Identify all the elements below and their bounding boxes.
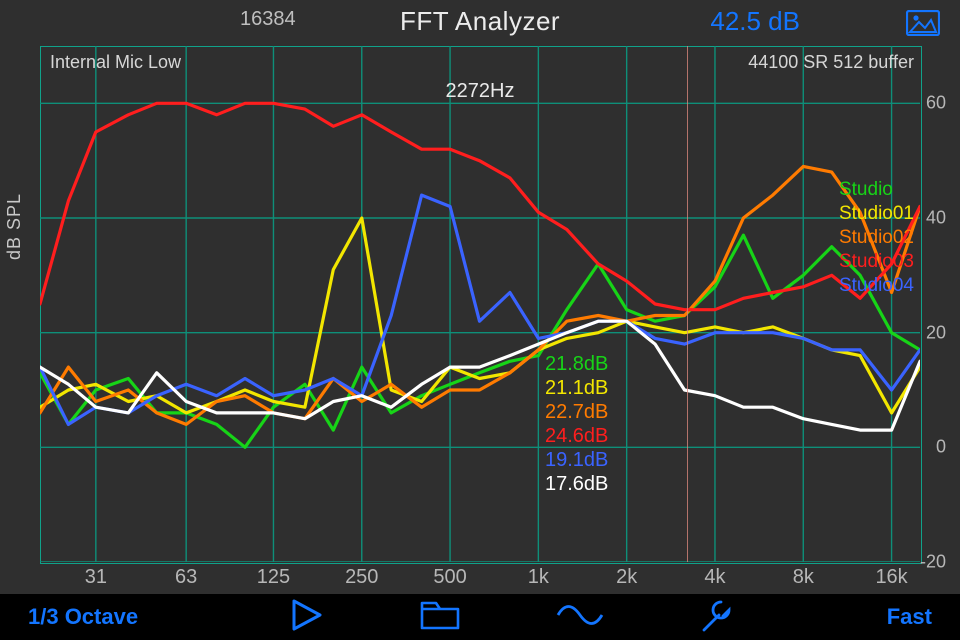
x-tick: 125 bbox=[257, 566, 290, 589]
y-tick: 20 bbox=[926, 322, 946, 343]
series-legend: StudioStudio01Studio02Studio03Studio04 bbox=[839, 178, 914, 298]
y-tick: -20 bbox=[920, 552, 946, 573]
legend-entry: Studio02 bbox=[839, 226, 914, 250]
reading-entry: 22.7dB bbox=[545, 400, 608, 424]
toolbar: 1/3 Octave Fast bbox=[0, 594, 960, 640]
folder-icon[interactable] bbox=[420, 600, 460, 635]
play-icon[interactable] bbox=[290, 599, 324, 636]
spectrum-chart[interactable] bbox=[40, 46, 922, 564]
legend-entry: Studio01 bbox=[839, 202, 914, 226]
x-axis-ticks: 31 63 125 250 500 1k 2k 4k 8k 16k bbox=[40, 566, 920, 592]
level-readout: 42.5 dB bbox=[710, 6, 800, 37]
header-bar: 16384 FFT Analyzer 42.5 dB bbox=[0, 0, 960, 46]
sine-wave-icon[interactable] bbox=[556, 602, 604, 633]
y-axis-label: dB SPL bbox=[4, 193, 25, 260]
x-tick: 4k bbox=[704, 566, 725, 589]
page-title: FFT Analyzer bbox=[0, 6, 960, 37]
y-tick: 40 bbox=[926, 208, 946, 229]
x-tick: 250 bbox=[345, 566, 378, 589]
series-readings: 21.8dB21.1dB22.7dB24.6dB19.1dB17.6dB bbox=[545, 352, 608, 496]
reading-entry: 19.1dB bbox=[545, 448, 608, 472]
speed-mode-button[interactable]: Fast bbox=[887, 604, 932, 630]
snapshot-icon[interactable] bbox=[906, 10, 940, 36]
y-tick: 60 bbox=[926, 93, 946, 114]
reading-entry: 21.8dB bbox=[545, 352, 608, 376]
x-tick: 2k bbox=[616, 566, 637, 589]
x-tick: 31 bbox=[85, 566, 107, 589]
wrench-icon[interactable] bbox=[700, 598, 734, 637]
x-tick: 63 bbox=[175, 566, 197, 589]
x-tick: 8k bbox=[793, 566, 814, 589]
cursor-frequency: 2272Hz bbox=[0, 80, 960, 103]
legend-entry: Studio bbox=[839, 178, 914, 202]
x-tick: 16k bbox=[875, 566, 907, 589]
input-source-label: Internal Mic Low bbox=[50, 52, 181, 73]
sample-rate-label: 44100 SR 512 buffer bbox=[748, 52, 914, 73]
octave-mode-button[interactable]: 1/3 Octave bbox=[28, 604, 138, 630]
y-tick: 0 bbox=[936, 437, 946, 458]
reading-entry: 21.1dB bbox=[545, 376, 608, 400]
cursor-line bbox=[687, 46, 688, 562]
legend-entry: Studio04 bbox=[839, 274, 914, 298]
x-tick: 1k bbox=[528, 566, 549, 589]
legend-entry: Studio03 bbox=[839, 250, 914, 274]
x-tick: 500 bbox=[433, 566, 466, 589]
reading-entry: 17.6dB bbox=[545, 472, 608, 496]
reading-entry: 24.6dB bbox=[545, 424, 608, 448]
